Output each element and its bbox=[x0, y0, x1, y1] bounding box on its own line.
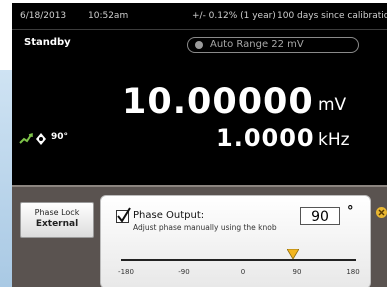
frequency-value[interactable]: 1.0000 bbox=[216, 124, 315, 152]
phase-sync-icon bbox=[19, 132, 46, 145]
slider-tick-label: 0 bbox=[240, 268, 246, 276]
status-date: 6/18/2013 bbox=[20, 11, 67, 21]
range-label: Auto Range 22 mV bbox=[210, 39, 304, 50]
calibration-age: 100 days since calibration bbox=[277, 11, 387, 21]
phase-output-description: Adjust phase manually using the knob bbox=[133, 223, 277, 232]
status-bar: 6/18/2013 10:52am +/- 0.12% (1 year) 100… bbox=[12, 3, 387, 29]
main-readout-unit: mV bbox=[318, 95, 347, 115]
phase-lock-label: Phase Lock bbox=[34, 208, 80, 217]
phase-output-box: Phase Output: Adjust phase manually usin… bbox=[100, 195, 371, 287]
mode-label: Standby bbox=[24, 37, 71, 48]
degree-unit: ° bbox=[347, 204, 354, 219]
slider-tick-label: 90 bbox=[292, 268, 302, 276]
status-divider bbox=[12, 29, 387, 30]
auto-range-button[interactable]: Auto Range 22 mV bbox=[187, 37, 359, 53]
phase-output-checkbox[interactable] bbox=[116, 207, 131, 223]
calibrator-screen: 6/18/2013 10:52am +/- 0.12% (1 year) 100… bbox=[12, 3, 387, 287]
phase-indicator: 90° bbox=[19, 131, 89, 145]
slider-tick-label: -90 bbox=[178, 268, 190, 276]
phase-output-label: Phase Output: bbox=[133, 210, 205, 221]
frequency-unit: kHz bbox=[318, 130, 350, 150]
close-panel-button[interactable] bbox=[376, 207, 387, 218]
range-indicator-icon bbox=[195, 41, 203, 49]
slider-tick-label: -180 bbox=[118, 268, 134, 276]
phase-settings-panel: Phase Lock External Phase Output: Adjust… bbox=[12, 185, 387, 287]
slider-tick-label: 180 bbox=[346, 268, 360, 276]
phase-slider-thumb[interactable] bbox=[287, 249, 299, 259]
phase-lock-mode: External bbox=[35, 219, 79, 229]
calibration-accuracy: +/- 0.12% (1 year) bbox=[192, 11, 276, 21]
phase-value-input[interactable]: 90 bbox=[300, 207, 340, 225]
status-time: 10:52am bbox=[88, 11, 129, 21]
phase-slider-track[interactable] bbox=[121, 259, 356, 261]
close-icon bbox=[378, 209, 385, 216]
phase-indicator-label: 90° bbox=[51, 132, 69, 142]
main-readout-value[interactable]: 10.00000 bbox=[122, 82, 314, 122]
phase-lock-button[interactable]: Phase Lock External bbox=[20, 202, 94, 238]
checkmark-icon bbox=[117, 207, 131, 223]
